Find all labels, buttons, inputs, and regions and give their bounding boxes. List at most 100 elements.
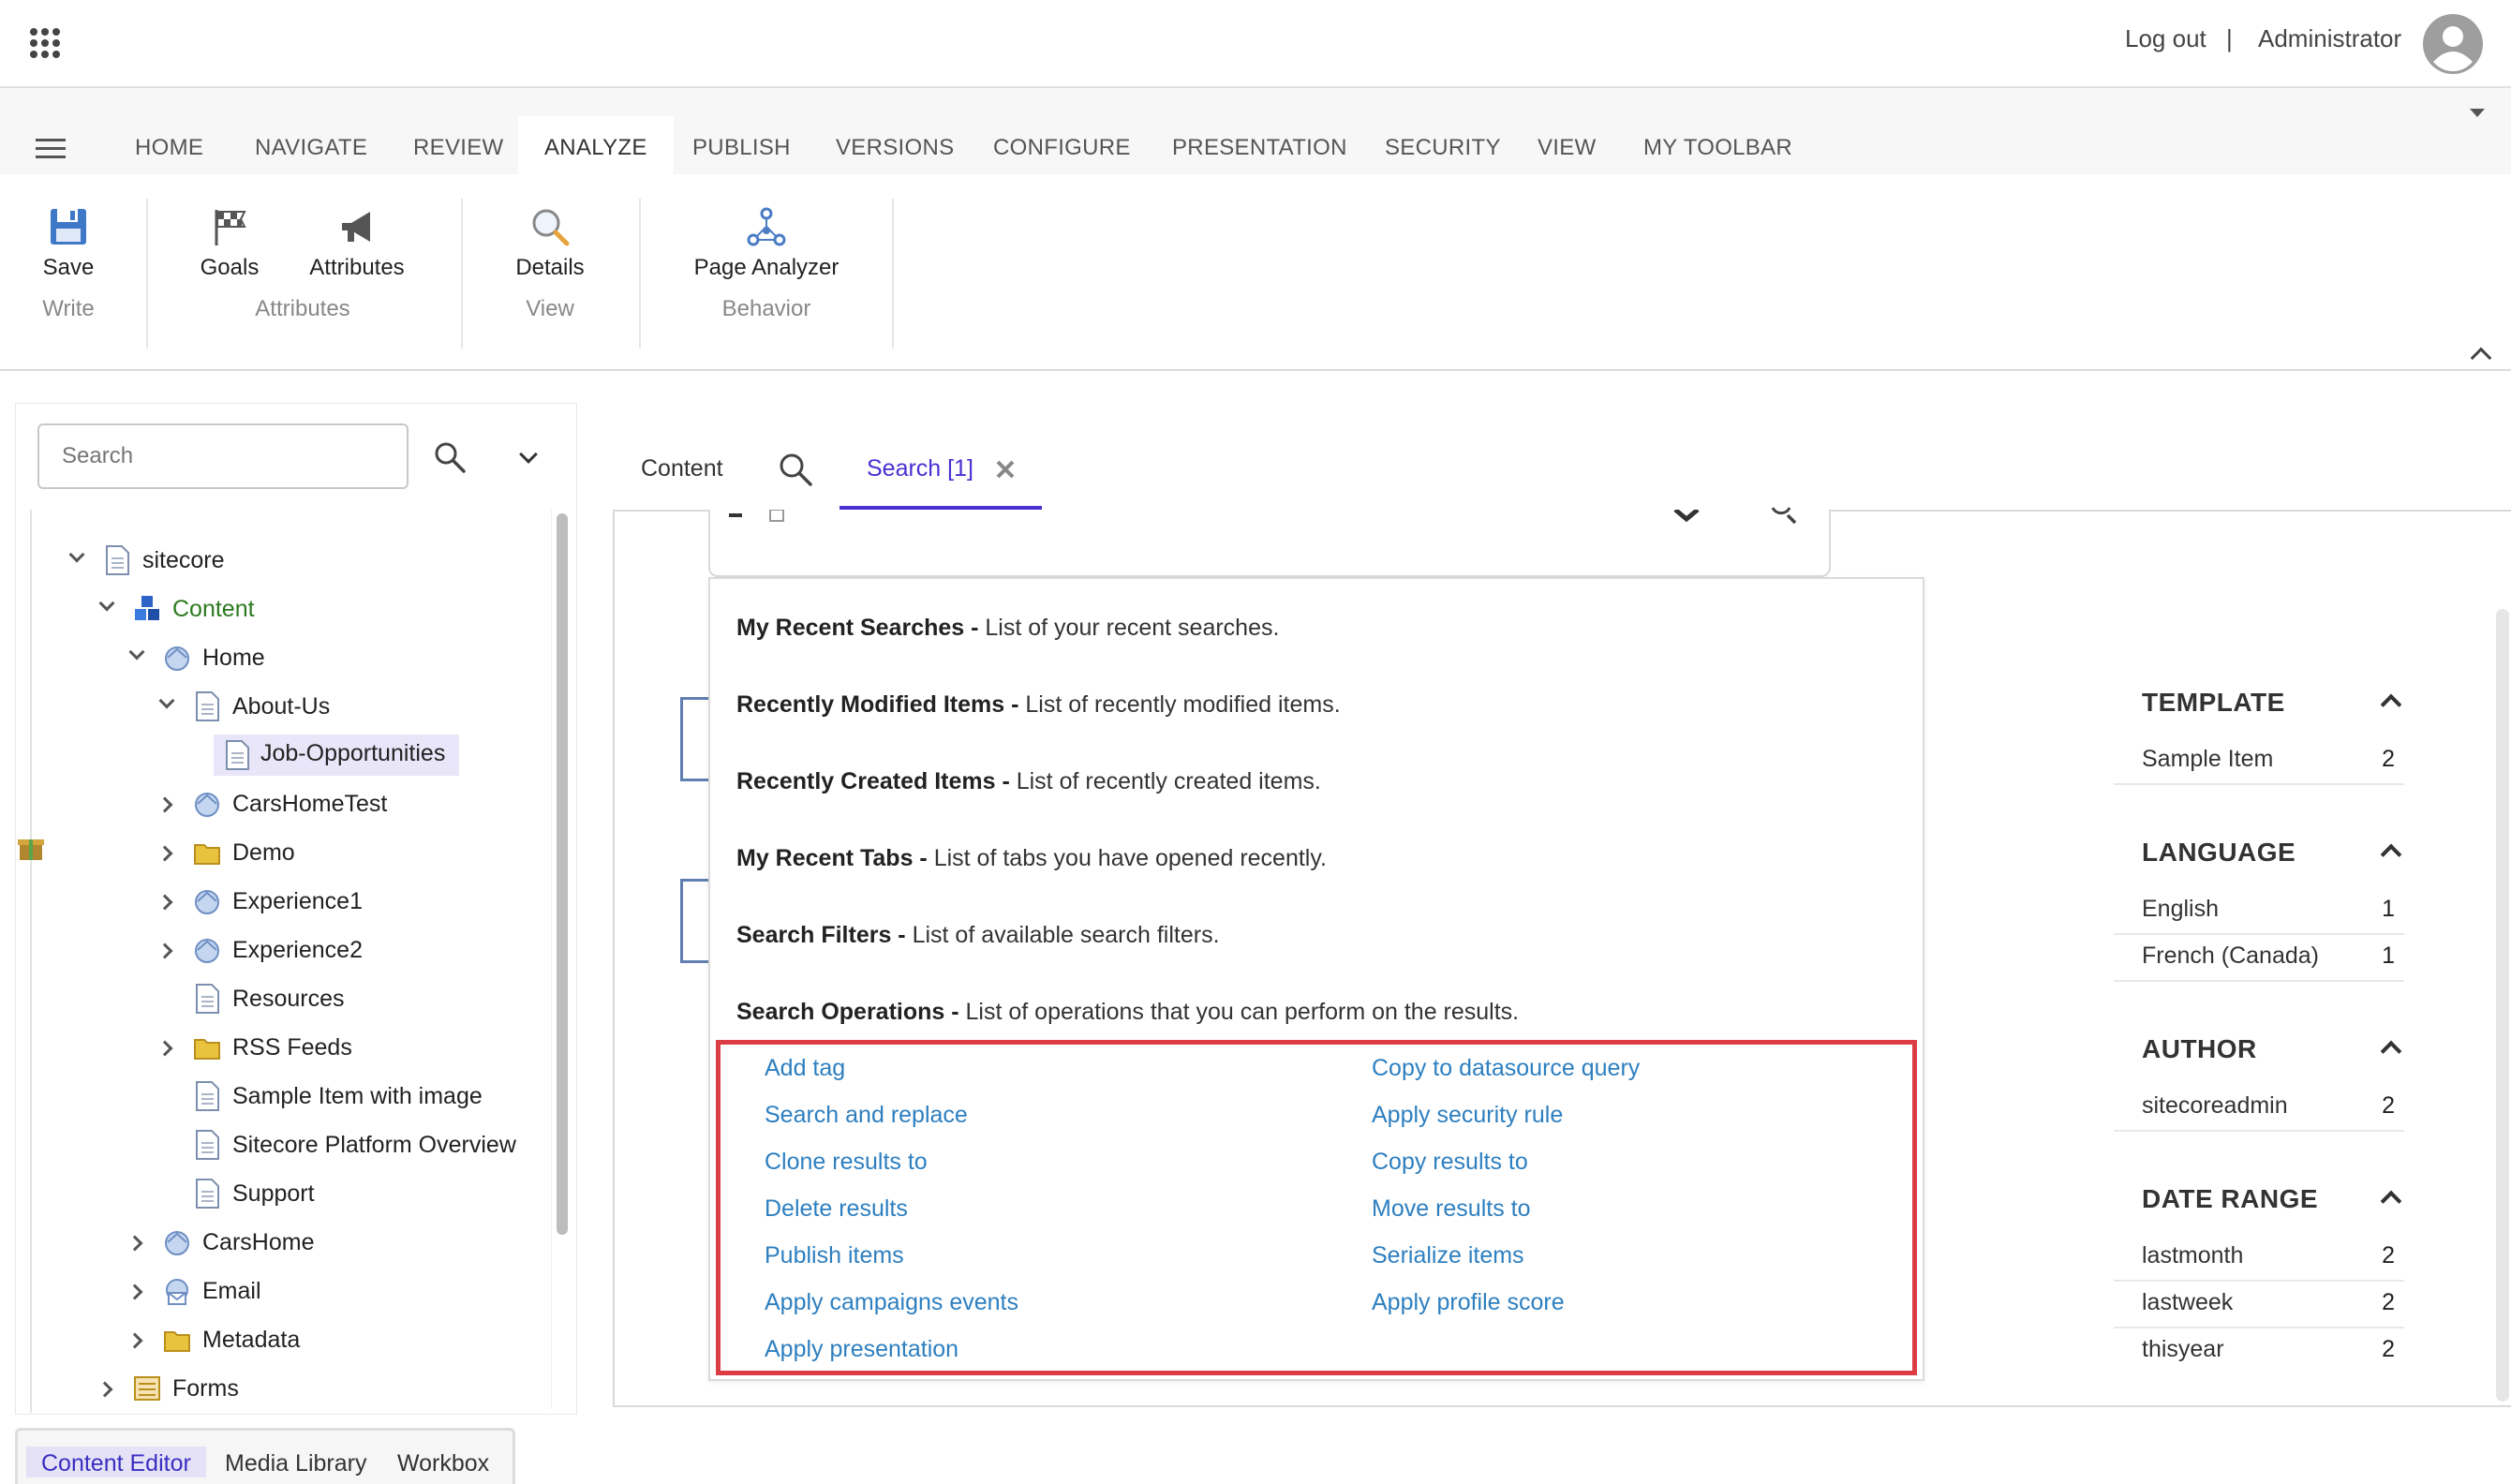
attributes-label: Attributes [309, 255, 405, 280]
tree-node-carshometest[interactable]: CarsHomeTest [156, 787, 438, 828]
chevron-right-icon[interactable] [126, 1235, 143, 1252]
tab-analyze[interactable]: ANALYZE [518, 116, 674, 174]
search-operations-option[interactable]: Search Operations - List of operations t… [736, 999, 1519, 1026]
attributes-button[interactable]: Attributes [296, 206, 418, 281]
tab-review[interactable]: REVIEW [387, 116, 529, 174]
gift-box-icon[interactable] [17, 834, 45, 862]
tree-scrollbar-thumb[interactable] [557, 513, 568, 1235]
chevron-down-icon[interactable] [68, 546, 85, 563]
run-search-icon[interactable] [1769, 506, 1797, 527]
tree-node-sitecore-platform-overview[interactable]: Sitecore Platform Overview [157, 1128, 532, 1169]
tree-node-forms[interactable]: Forms [97, 1372, 379, 1413]
op-add-tag[interactable]: Add tag [765, 1055, 845, 1082]
chevron-right-icon[interactable] [156, 845, 173, 862]
chevron-right-icon[interactable] [126, 1284, 143, 1300]
op-search-and-replace[interactable]: Search and replace [765, 1102, 968, 1129]
tree-node-about-us[interactable]: About-Us [157, 690, 438, 731]
tree-node-demo[interactable]: Demo [156, 836, 438, 877]
facet-row[interactable]: lastmonth 2 [2114, 1235, 2404, 1282]
recently-modified-option[interactable]: Recently Modified Items - List of recent… [736, 691, 1341, 719]
recently-created-option[interactable]: Recently Created Items - List of recentl… [736, 768, 1321, 795]
chevron-right-icon[interactable] [97, 1381, 113, 1398]
chevron-right-icon[interactable] [156, 796, 173, 813]
goals-button[interactable]: Goals [187, 206, 272, 281]
folder-icon [194, 844, 220, 865]
chevron-right-icon[interactable] [156, 1040, 173, 1057]
op-delete-results[interactable]: Delete results [765, 1195, 908, 1223]
tab-presentation[interactable]: PRESENTATION [1146, 116, 1374, 174]
avatar-icon[interactable] [2422, 13, 2484, 75]
tree-search-input[interactable] [37, 423, 409, 489]
tab-search-results[interactable]: Search [1] [867, 455, 973, 482]
chevron-down-icon[interactable] [158, 692, 175, 709]
op-clone-results[interactable]: Clone results to [765, 1149, 928, 1176]
tree-node-job-opportunities[interactable]: Job-Opportunities [214, 735, 459, 776]
chevron-right-icon[interactable] [126, 1332, 143, 1349]
result-thumbnail[interactable] [680, 697, 708, 781]
user-name[interactable]: Administrator [2258, 24, 2401, 53]
search-icon[interactable] [433, 440, 467, 474]
tree-node-email[interactable]: Email [126, 1274, 409, 1315]
chevron-right-icon[interactable] [156, 942, 173, 959]
tree-node-metadata[interactable]: Metadata [126, 1323, 409, 1364]
recent-searches-option[interactable]: My Recent Searches - List of your recent… [736, 615, 1279, 642]
save-button[interactable]: Save [28, 206, 109, 281]
tab-content[interactable]: Content [641, 455, 723, 482]
facet-row[interactable]: thisyear 2 [2114, 1328, 2404, 1375]
tab-home[interactable]: HOME [109, 116, 230, 174]
details-button[interactable]: Details [506, 206, 594, 281]
tree-node-experience1[interactable]: Experience1 [156, 884, 438, 926]
recent-tabs-option[interactable]: My Recent Tabs - List of tabs you have o… [736, 845, 1327, 872]
op-apply-security-rule[interactable]: Apply security rule [1372, 1102, 1563, 1129]
op-apply-profile-score[interactable]: Apply profile score [1372, 1289, 1565, 1316]
tree-node-rss-feeds[interactable]: RSS Feeds [156, 1031, 438, 1072]
forms-icon [134, 1376, 160, 1401]
tree-node-home[interactable]: Home [127, 641, 409, 682]
tab-versions[interactable]: VERSIONS [810, 116, 980, 174]
result-thumbnail[interactable] [680, 879, 708, 963]
app-launcher-icon[interactable] [30, 28, 60, 58]
tab-navigate[interactable]: NAVIGATE [229, 116, 394, 174]
op-publish-items[interactable]: Publish items [765, 1242, 904, 1269]
tree-node-support[interactable]: Support [157, 1177, 438, 1218]
facet-row[interactable]: English 1 [2114, 888, 2404, 935]
chevron-down-icon[interactable] [128, 644, 145, 660]
op-serialize-items[interactable]: Serialize items [1372, 1242, 1524, 1269]
op-apply-campaigns-events[interactable]: Apply campaigns events [765, 1289, 1018, 1316]
close-tab-icon[interactable] [995, 459, 1016, 480]
tree-node-content[interactable]: Content [97, 592, 379, 633]
ribbon-options-chevron-down-icon[interactable] [2470, 109, 2485, 117]
tree-node-experience2[interactable]: Experience2 [156, 933, 438, 974]
tab-content-editor[interactable]: Content Editor [26, 1447, 206, 1477]
op-copy-results[interactable]: Copy results to [1372, 1149, 1528, 1176]
search-query-bar[interactable] [708, 510, 1831, 577]
op-copy-to-datasource-query[interactable]: Copy to datasource query [1372, 1055, 1640, 1082]
op-move-results[interactable]: Move results to [1372, 1195, 1531, 1223]
ribbon-divider [892, 199, 894, 349]
op-apply-presentation[interactable]: Apply presentation [765, 1336, 958, 1363]
clear-search-icon[interactable] [1673, 510, 1700, 523]
tab-publish[interactable]: PUBLISH [666, 116, 817, 174]
facet-row[interactable]: Sample Item 2 [2114, 738, 2404, 785]
facet-row[interactable]: lastweek 2 [2114, 1282, 2404, 1328]
tree-node-carshome[interactable]: CarsHome [126, 1225, 409, 1267]
search-tab-icon[interactable] [778, 452, 813, 487]
main-scrollbar-thumb[interactable] [2496, 609, 2509, 1402]
tab-configure[interactable]: CONFIGURE [967, 116, 1157, 174]
chevron-down-icon[interactable] [98, 595, 115, 612]
tree-node-sitecore[interactable]: sitecore [67, 543, 349, 585]
tab-security[interactable]: SECURITY [1359, 116, 1527, 174]
facet-row[interactable]: sitecoreadmin 2 [2114, 1085, 2404, 1132]
tab-media-library[interactable]: Media Library [225, 1450, 366, 1477]
chevron-right-icon[interactable] [156, 894, 173, 911]
tab-workbox[interactable]: Workbox [397, 1450, 489, 1477]
search-filters-option[interactable]: Search Filters - List of available searc… [736, 922, 1220, 949]
page-analyzer-button[interactable]: Page Analyzer [684, 206, 849, 281]
tree-node-sample-item-with-image[interactable]: Sample Item with image [157, 1079, 513, 1120]
menu-icon[interactable] [36, 139, 66, 159]
logout-link[interactable]: Log out [2125, 24, 2206, 53]
tree-node-resources[interactable]: Resources [157, 982, 438, 1023]
facet-row[interactable]: French (Canada) 1 [2114, 935, 2404, 982]
tab-view[interactable]: VIEW [1511, 116, 1623, 174]
tab-my-toolbar[interactable]: MY TOOLBAR [1617, 116, 1819, 174]
